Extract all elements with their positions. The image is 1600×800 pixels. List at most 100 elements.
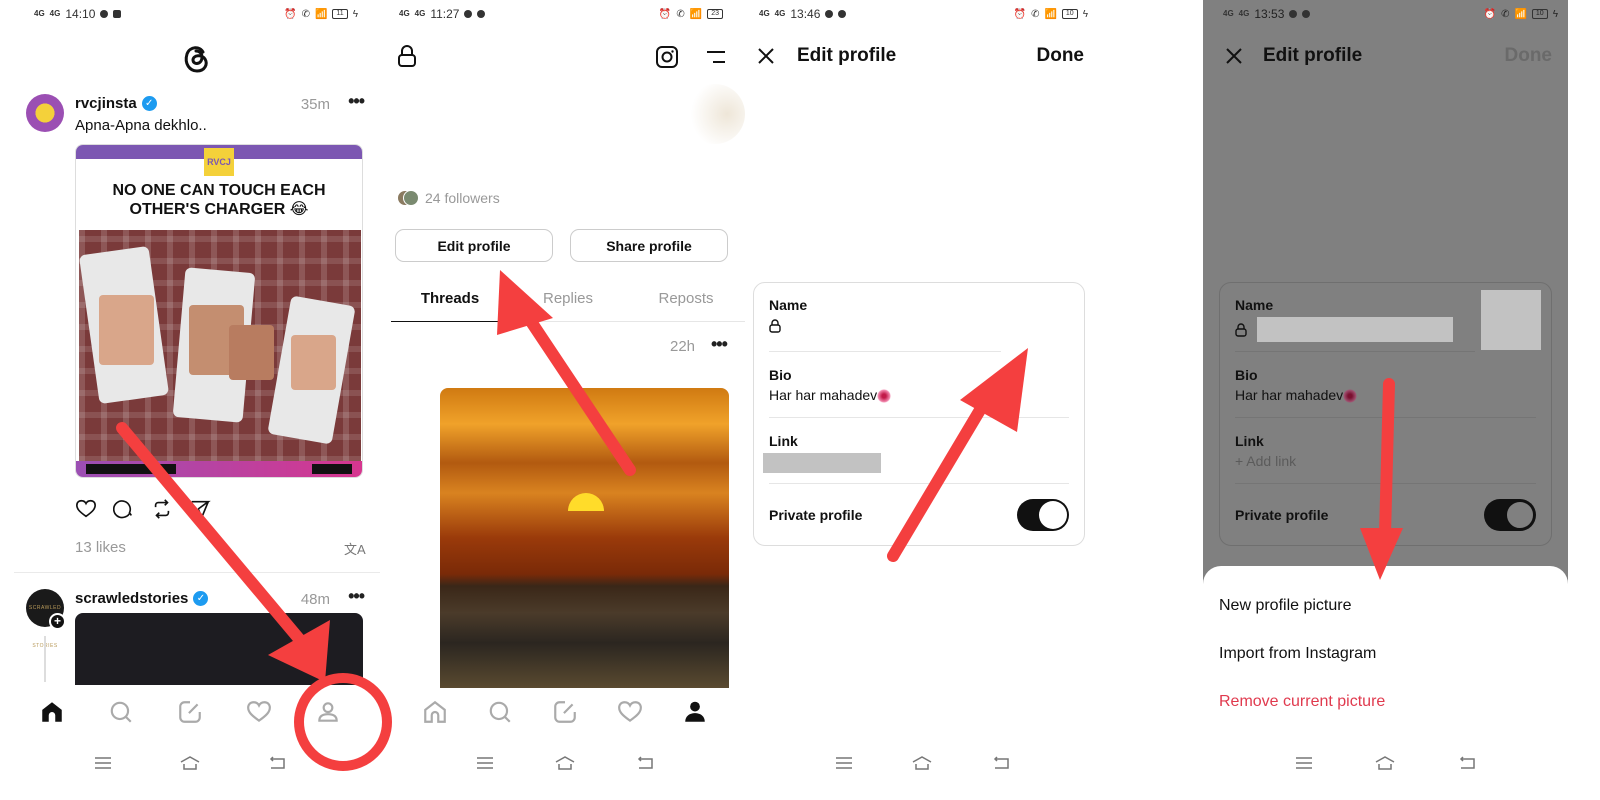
avatar[interactable]: [26, 94, 64, 132]
message-icon: [1302, 10, 1311, 18]
message-icon: [838, 10, 847, 18]
lock-icon: [769, 319, 781, 333]
rvcj-logo: RVCJ: [204, 148, 234, 176]
comment-icon[interactable]: [113, 498, 135, 520]
alarm-icon: ⏰: [658, 8, 672, 20]
search-icon[interactable]: [108, 699, 134, 725]
meme-title: NO ONE CAN TOUCH EACH OTHER'S CHARGER 😂: [112, 182, 326, 218]
menu-icon[interactable]: [705, 49, 727, 65]
lock-icon[interactable]: [397, 44, 417, 68]
battery-icon: 23: [707, 9, 723, 19]
call-icon: ✆: [1031, 8, 1040, 20]
link-field[interactable]: Link: [763, 433, 1069, 473]
home-icon[interactable]: [422, 699, 448, 725]
private-profile-label: Private profile: [769, 507, 863, 523]
recents-icon[interactable]: [834, 755, 854, 771]
more-options-icon[interactable]: •••: [711, 334, 728, 355]
compose-icon[interactable]: [177, 699, 203, 725]
private-profile-toggle[interactable]: [1017, 499, 1069, 531]
activity-heart-icon[interactable]: [246, 699, 272, 725]
search-icon[interactable]: [487, 699, 513, 725]
system-home-icon[interactable]: [912, 755, 932, 771]
battery-icon: 10: [1531, 9, 1548, 19]
threads-logo-icon: [184, 46, 208, 73]
profile-picture-sheet: New profile picture Import from Instagra…: [1203, 566, 1568, 800]
likes-count[interactable]: 13 likes: [75, 539, 126, 556]
page-title: Edit profile: [797, 45, 897, 66]
tab-reposts[interactable]: Reposts: [627, 284, 745, 321]
charging-icon: ϟ: [352, 8, 358, 20]
compose-icon[interactable]: [552, 699, 578, 725]
done-button[interactable]: Done: [1037, 45, 1085, 67]
private-profile-label: Private profile: [1235, 507, 1329, 523]
close-icon[interactable]: [757, 47, 775, 65]
bio-field[interactable]: Bio Har har mahadev: [769, 367, 1069, 404]
recents-icon[interactable]: [93, 755, 113, 771]
notification-icon: [1289, 10, 1298, 18]
tab-replies[interactable]: Replies: [509, 284, 627, 321]
profile-picture[interactable]: [685, 84, 745, 144]
battery-icon: 11: [332, 9, 348, 19]
post-media[interactable]: RVCJ NO ONE CAN TOUCH EACH OTHER'S CHARG…: [75, 144, 363, 478]
username[interactable]: rvcjinsta: [75, 95, 137, 112]
verified-badge-icon: ✓: [193, 591, 209, 606]
translate-icon[interactable]: 文A: [344, 539, 366, 558]
name-label: Name: [769, 297, 808, 313]
link-label: Link: [1235, 433, 1264, 449]
system-nav: [0, 748, 380, 778]
back-icon[interactable]: [267, 755, 287, 771]
post-media[interactable]: [75, 613, 363, 685]
import-from-instagram-option[interactable]: Import from Instagram: [1219, 645, 1376, 663]
share-profile-button[interactable]: Share profile: [570, 229, 728, 262]
bottom-nav: [385, 690, 745, 734]
add-link-placeholder[interactable]: + Add link: [1235, 453, 1536, 469]
instagram-icon[interactable]: [655, 45, 679, 69]
name-field[interactable]: Name: [769, 297, 1069, 333]
redacted-profile-picture[interactable]: [1481, 290, 1541, 350]
like-icon[interactable]: [75, 498, 97, 520]
follow-plus-icon[interactable]: +: [49, 613, 66, 630]
remove-current-picture-option[interactable]: Remove current picture: [1219, 693, 1385, 711]
profile-icon[interactable]: [682, 699, 708, 725]
private-profile-toggle[interactable]: [1484, 499, 1536, 531]
back-icon[interactable]: [1457, 755, 1477, 771]
alarm-icon: ⏰: [1483, 8, 1497, 20]
home-icon[interactable]: [39, 699, 65, 725]
panel-edit-profile: 4G 4G 13:46 ⏰ ✆ 📶 10 ϟ Edit profile Done…: [745, 0, 1100, 800]
bio-value: Har har mahadev: [769, 387, 878, 403]
system-home-icon[interactable]: [180, 755, 200, 771]
wifi-icon: 📶: [314, 8, 328, 20]
charging-icon: ϟ: [1082, 8, 1088, 20]
divider: [1235, 483, 1536, 484]
repost-icon[interactable]: [151, 498, 173, 520]
clock-time: 11:27: [430, 7, 460, 21]
new-profile-picture-option[interactable]: New profile picture: [1219, 597, 1352, 615]
username[interactable]: scrawledstories: [75, 590, 188, 607]
recents-icon[interactable]: [475, 755, 495, 771]
call-icon: ✆: [676, 8, 685, 20]
status-bar: 4G 4G 11:27 ⏰ ✆ 📶 23: [399, 6, 723, 22]
flower-emoji-icon: [1343, 389, 1358, 404]
close-icon[interactable]: [1225, 47, 1243, 65]
message-icon: [477, 10, 486, 18]
clock-time: 13:53: [1254, 7, 1285, 21]
done-button[interactable]: Done: [1505, 45, 1553, 67]
recents-icon[interactable]: [1294, 755, 1314, 771]
edit-profile-button[interactable]: Edit profile: [395, 229, 553, 262]
tab-threads[interactable]: Threads: [391, 284, 509, 322]
more-options-icon[interactable]: •••: [348, 91, 365, 112]
followers-row[interactable]: 24 followers: [397, 190, 500, 206]
link-field[interactable]: Link + Add link: [1235, 433, 1536, 469]
more-options-icon[interactable]: •••: [348, 586, 365, 607]
system-home-icon[interactable]: [1375, 755, 1395, 771]
follower-avatar: [403, 190, 419, 206]
bio-field[interactable]: Bio Har har mahadev: [1235, 367, 1536, 404]
activity-heart-icon[interactable]: [617, 699, 643, 725]
share-icon[interactable]: [189, 498, 211, 520]
sunset-photo[interactable]: [440, 388, 729, 688]
system-home-icon[interactable]: [555, 755, 575, 771]
battery-icon: 10: [1061, 9, 1078, 19]
back-icon[interactable]: [635, 755, 655, 771]
profile-icon[interactable]: [315, 699, 341, 725]
back-icon[interactable]: [991, 755, 1011, 771]
